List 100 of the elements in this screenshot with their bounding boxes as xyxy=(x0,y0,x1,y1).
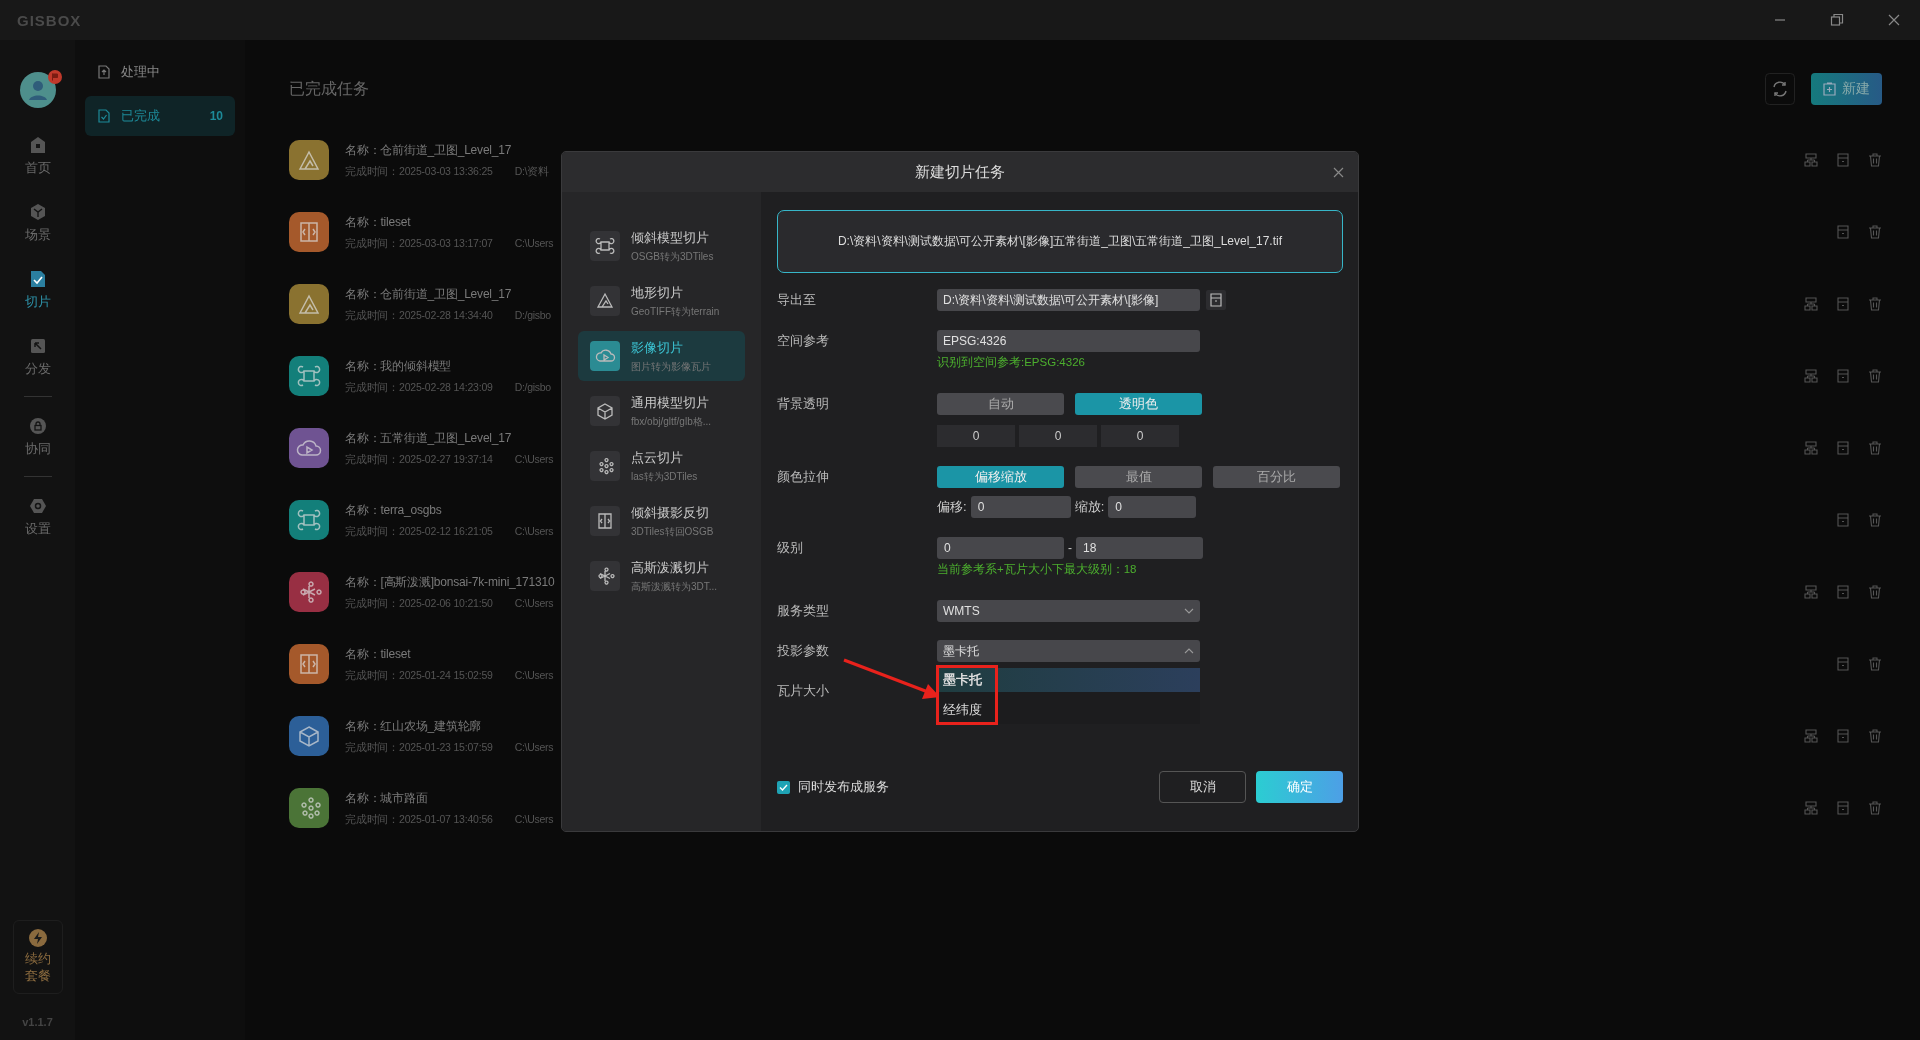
field-label: 投影参数 xyxy=(777,642,830,660)
document-check-icon xyxy=(28,270,47,288)
delete-icon[interactable] xyxy=(1868,153,1882,167)
task-name: 名称：仓前街道_卫图_Level_17 xyxy=(345,141,513,159)
service-tree-icon[interactable] xyxy=(1804,585,1818,599)
task-type-icon xyxy=(289,572,329,612)
field-label: 导出至 xyxy=(777,291,817,309)
service-tree-icon[interactable] xyxy=(1804,801,1818,815)
source-file-box[interactable]: D:\资料\资料\测试数据\可公开素材\[影像]五常街道_卫图\五常街道_卫图_Level_17.tif xyxy=(777,210,1343,273)
delete-icon[interactable] xyxy=(1868,657,1882,671)
tile-type-item[interactable]: 地形切片 GeoTIFF转为terrain xyxy=(578,276,745,326)
restore-icon[interactable] xyxy=(1830,13,1844,27)
nav-item[interactable]: 切片 xyxy=(24,270,51,311)
task-time: 完成时间：2025-02-12 16:21:05 xyxy=(345,524,493,539)
service-tree-icon[interactable] xyxy=(1804,297,1818,311)
task-path: C:\Users xyxy=(514,596,554,611)
delete-icon[interactable] xyxy=(1868,297,1882,311)
color-channel-field[interactable]: 0 xyxy=(1019,425,1097,447)
delete-icon[interactable] xyxy=(1868,801,1882,815)
delete-icon[interactable] xyxy=(1868,369,1882,383)
tile-type-item[interactable]: 高斯泼溅切片 高斯泼溅转为3DT... xyxy=(578,551,745,601)
refresh-icon[interactable] xyxy=(1765,73,1795,105)
hexagon-icon xyxy=(28,497,47,515)
task-time: 完成时间：2025-01-07 13:40:56 xyxy=(345,812,493,827)
service-type-select[interactable]: WMTS xyxy=(937,600,1200,622)
tile-type-item[interactable]: 点云切片 las转为3DTiles xyxy=(578,441,745,491)
archive-icon[interactable] xyxy=(1836,369,1850,383)
stretch-option[interactable]: 最值 xyxy=(1075,466,1202,488)
tile-type-item[interactable]: 倾斜摄影反切 3DTiles转回OSGB xyxy=(578,496,745,546)
page-title: 已完成任务 xyxy=(289,78,369,99)
field-label: 颜色拉伸 xyxy=(777,468,830,486)
archive-icon[interactable] xyxy=(1836,585,1850,599)
cancel-button[interactable]: 取消 xyxy=(1159,771,1246,803)
task-path: C:\Users xyxy=(514,236,554,251)
archive-icon[interactable] xyxy=(1836,441,1850,455)
spatial-reference-field[interactable]: EPSG:4326 xyxy=(937,330,1200,352)
task-path: C:\Users xyxy=(514,668,554,683)
delete-icon[interactable] xyxy=(1868,585,1882,599)
subnav-item[interactable]: 已完成 10 xyxy=(85,96,235,136)
close-icon[interactable] xyxy=(1333,167,1344,178)
dots-icon xyxy=(590,451,620,481)
transparency-option[interactable]: 自动 xyxy=(937,393,1064,415)
max-level-field[interactable]: 18 xyxy=(1076,537,1203,559)
task-type-icon xyxy=(289,284,329,324)
checkbox-label[interactable]: 同时发布成服务 xyxy=(798,778,889,796)
publish-checkbox[interactable] xyxy=(777,780,790,794)
archive-icon[interactable] xyxy=(1836,153,1850,167)
nav-item[interactable]: 设置 xyxy=(24,497,51,538)
projection-select[interactable]: 墨卡托 xyxy=(937,640,1200,662)
user-avatar[interactable] xyxy=(19,72,56,108)
archive-icon[interactable] xyxy=(1836,225,1850,239)
task-path: D:/gisbo xyxy=(514,308,551,323)
delete-icon[interactable] xyxy=(1868,729,1882,743)
dropdown-option[interactable]: 墨卡托 xyxy=(937,668,1200,692)
field-label: 背景透明 xyxy=(777,395,830,413)
task-type-icon xyxy=(289,788,329,828)
flag-badge-icon xyxy=(48,70,62,84)
field-label: 瓦片大小 xyxy=(777,682,830,700)
max-level-hint: 当前参考系+瓦片大小下最大级别：18 xyxy=(937,562,1137,577)
scale-field[interactable]: 0 xyxy=(1108,496,1197,518)
house-icon xyxy=(28,136,47,154)
nav-item[interactable]: 协同 xyxy=(24,417,51,458)
task-type-icon xyxy=(289,500,329,540)
subnav-item[interactable]: 处理中 xyxy=(85,52,235,92)
export-path-field[interactable]: D:\资料\资料\测试数据\可公开素材\[影像] xyxy=(937,289,1200,311)
archive-icon[interactable] xyxy=(1836,729,1850,743)
archive-icon[interactable] xyxy=(1836,801,1850,815)
archive-icon[interactable] xyxy=(1836,513,1850,527)
service-tree-icon[interactable] xyxy=(1804,441,1818,455)
service-tree-icon[interactable] xyxy=(1804,153,1818,167)
delete-icon[interactable] xyxy=(1868,513,1882,527)
task-time: 完成时间：2025-03-03 13:17:07 xyxy=(345,236,493,251)
tile-type-item[interactable]: 倾斜模型切片 OSGB转为3DTiles xyxy=(578,221,745,271)
tile-type-item[interactable]: 影像切片 图片转为影像瓦片 xyxy=(578,331,745,381)
min-level-field[interactable]: 0 xyxy=(937,537,1064,559)
tile-type-item[interactable]: 通用模型切片 fbx/obj/gltf/glb格... xyxy=(578,386,745,436)
color-channel-field[interactable]: 0 xyxy=(1101,425,1179,447)
task-time: 完成时间：2025-01-23 15:07:59 xyxy=(345,740,493,755)
file-picker-icon[interactable] xyxy=(1206,290,1226,310)
nav-item[interactable]: 场景 xyxy=(24,203,51,244)
task-time: 完成时间：2025-02-27 19:37:14 xyxy=(345,452,493,467)
nav-item[interactable]: 首页 xyxy=(24,136,51,177)
service-tree-icon[interactable] xyxy=(1804,729,1818,743)
mountain-icon xyxy=(590,286,620,316)
task-name: 名称：tileset xyxy=(345,645,412,663)
close-icon[interactable] xyxy=(1888,14,1900,26)
delete-icon[interactable] xyxy=(1868,441,1882,455)
scale-label: 缩放: xyxy=(1074,498,1105,516)
archive-icon[interactable] xyxy=(1836,297,1850,311)
nav-item[interactable]: 分发 xyxy=(24,337,51,378)
color-channel-field[interactable]: 0 xyxy=(937,425,1015,447)
archive-icon[interactable] xyxy=(1836,657,1850,671)
task-path: D:/gisbo xyxy=(514,380,551,395)
dropdown-option[interactable]: 经纬度 xyxy=(937,696,1200,724)
offset-field[interactable]: 0 xyxy=(970,496,1071,518)
stretch-option[interactable]: 百分比 xyxy=(1213,466,1340,488)
delete-icon[interactable] xyxy=(1868,225,1882,239)
service-tree-icon[interactable] xyxy=(1804,369,1818,383)
renew-plan-button[interactable]: 续约套餐 xyxy=(12,920,63,994)
task-type-icon xyxy=(289,644,329,684)
